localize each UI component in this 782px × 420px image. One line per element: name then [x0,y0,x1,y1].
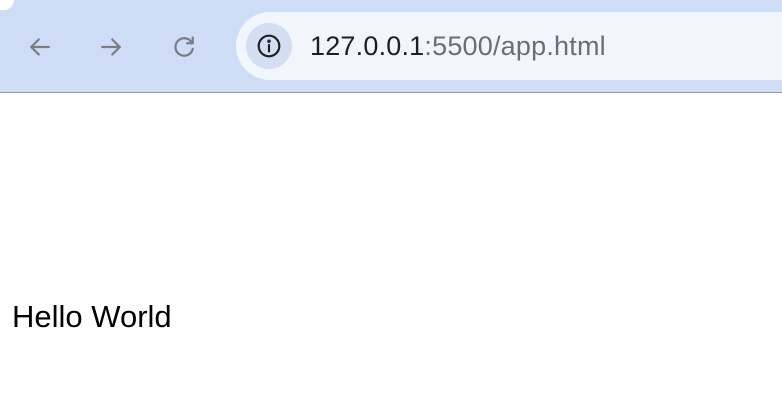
url-text[interactable]: 127.0.0.1:5500/app.html [310,29,606,63]
arrow-right-icon [101,38,121,56]
site-info-button[interactable] [246,23,292,69]
reload-button[interactable] [164,27,204,67]
address-bar[interactable]: 127.0.0.1:5500/app.html [236,12,782,80]
hello-text: Hello World [12,299,172,334]
url-path: :5500/app.html [424,31,606,61]
page-content: Hello World [0,94,782,420]
url-host: 127.0.0.1 [310,31,425,61]
arrow-left-icon [30,38,50,56]
back-button[interactable] [20,27,60,67]
reload-icon [174,36,194,57]
browser-toolbar: 127.0.0.1:5500/app.html [0,0,782,93]
forward-button[interactable] [91,27,131,67]
toolbar-corner [0,0,14,10]
info-icon [257,34,281,58]
